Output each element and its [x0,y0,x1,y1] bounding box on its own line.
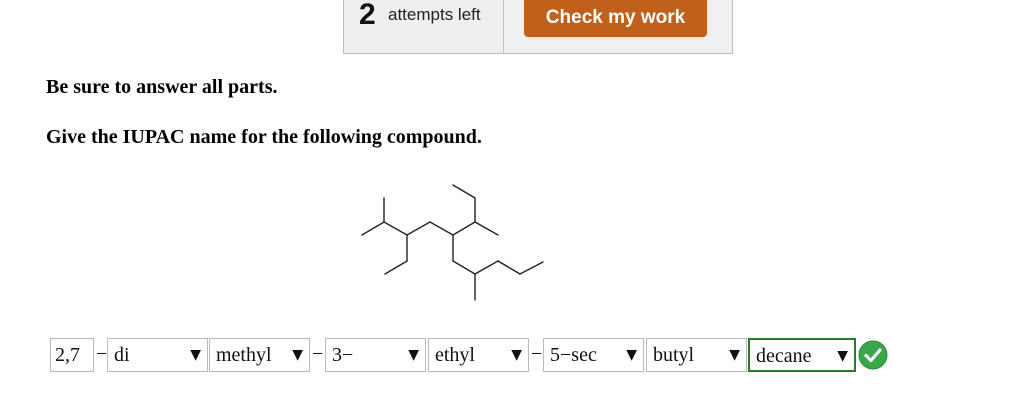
substituent-select-3[interactable]: butyl ▼ [646,338,747,372]
chevron-down-icon: ▼ [729,347,740,363]
hyphen-separator: − [531,343,543,365]
question-prompt: Give the IUPAC name for the following co… [46,126,482,148]
check-my-work-button[interactable]: Check my work [524,0,707,37]
locant-value-3: 5−sec [550,344,597,366]
attempts-count: 2 [359,0,376,31]
attempts-toolbar: 2 attempts left Check my work [343,0,733,54]
chevron-down-icon: ▼ [190,347,201,363]
chevron-down-icon: ▼ [408,347,419,363]
substituent-select-1[interactable]: methyl ▼ [209,338,310,372]
hyphen-separator: − [312,343,324,365]
correct-check-icon [858,340,888,370]
compound-structure [361,184,544,301]
chevron-down-icon: ▼ [292,347,303,363]
instruction-text: Be sure to answer all parts. [46,76,278,98]
locant-select-2[interactable]: 3− ▼ [325,338,426,372]
chevron-down-icon: ▼ [511,347,522,363]
attempts-label: attempts left [388,5,481,24]
parent-chain-value: decane [756,345,812,367]
parent-chain-select[interactable]: decane ▼ [748,338,856,372]
multiplier-value: di [114,344,130,366]
substituent-value-2: ethyl [435,344,475,366]
locant-input-1[interactable]: 2,7 [50,338,94,372]
chevron-down-icon: ▼ [626,347,637,363]
substituent-select-2[interactable]: ethyl ▼ [428,338,529,372]
multiplier-select[interactable]: di ▼ [107,338,208,372]
substituent-value-1: methyl [216,344,272,366]
chevron-down-icon: ▼ [837,348,848,364]
hyphen-separator: − [96,343,108,365]
locant-value-2: 3− [332,344,354,366]
attempts-counter: 2 attempts left [344,0,504,53]
substituent-value-3: butyl [653,344,695,366]
locant-select-3[interactable]: 5−sec ▼ [543,338,644,372]
